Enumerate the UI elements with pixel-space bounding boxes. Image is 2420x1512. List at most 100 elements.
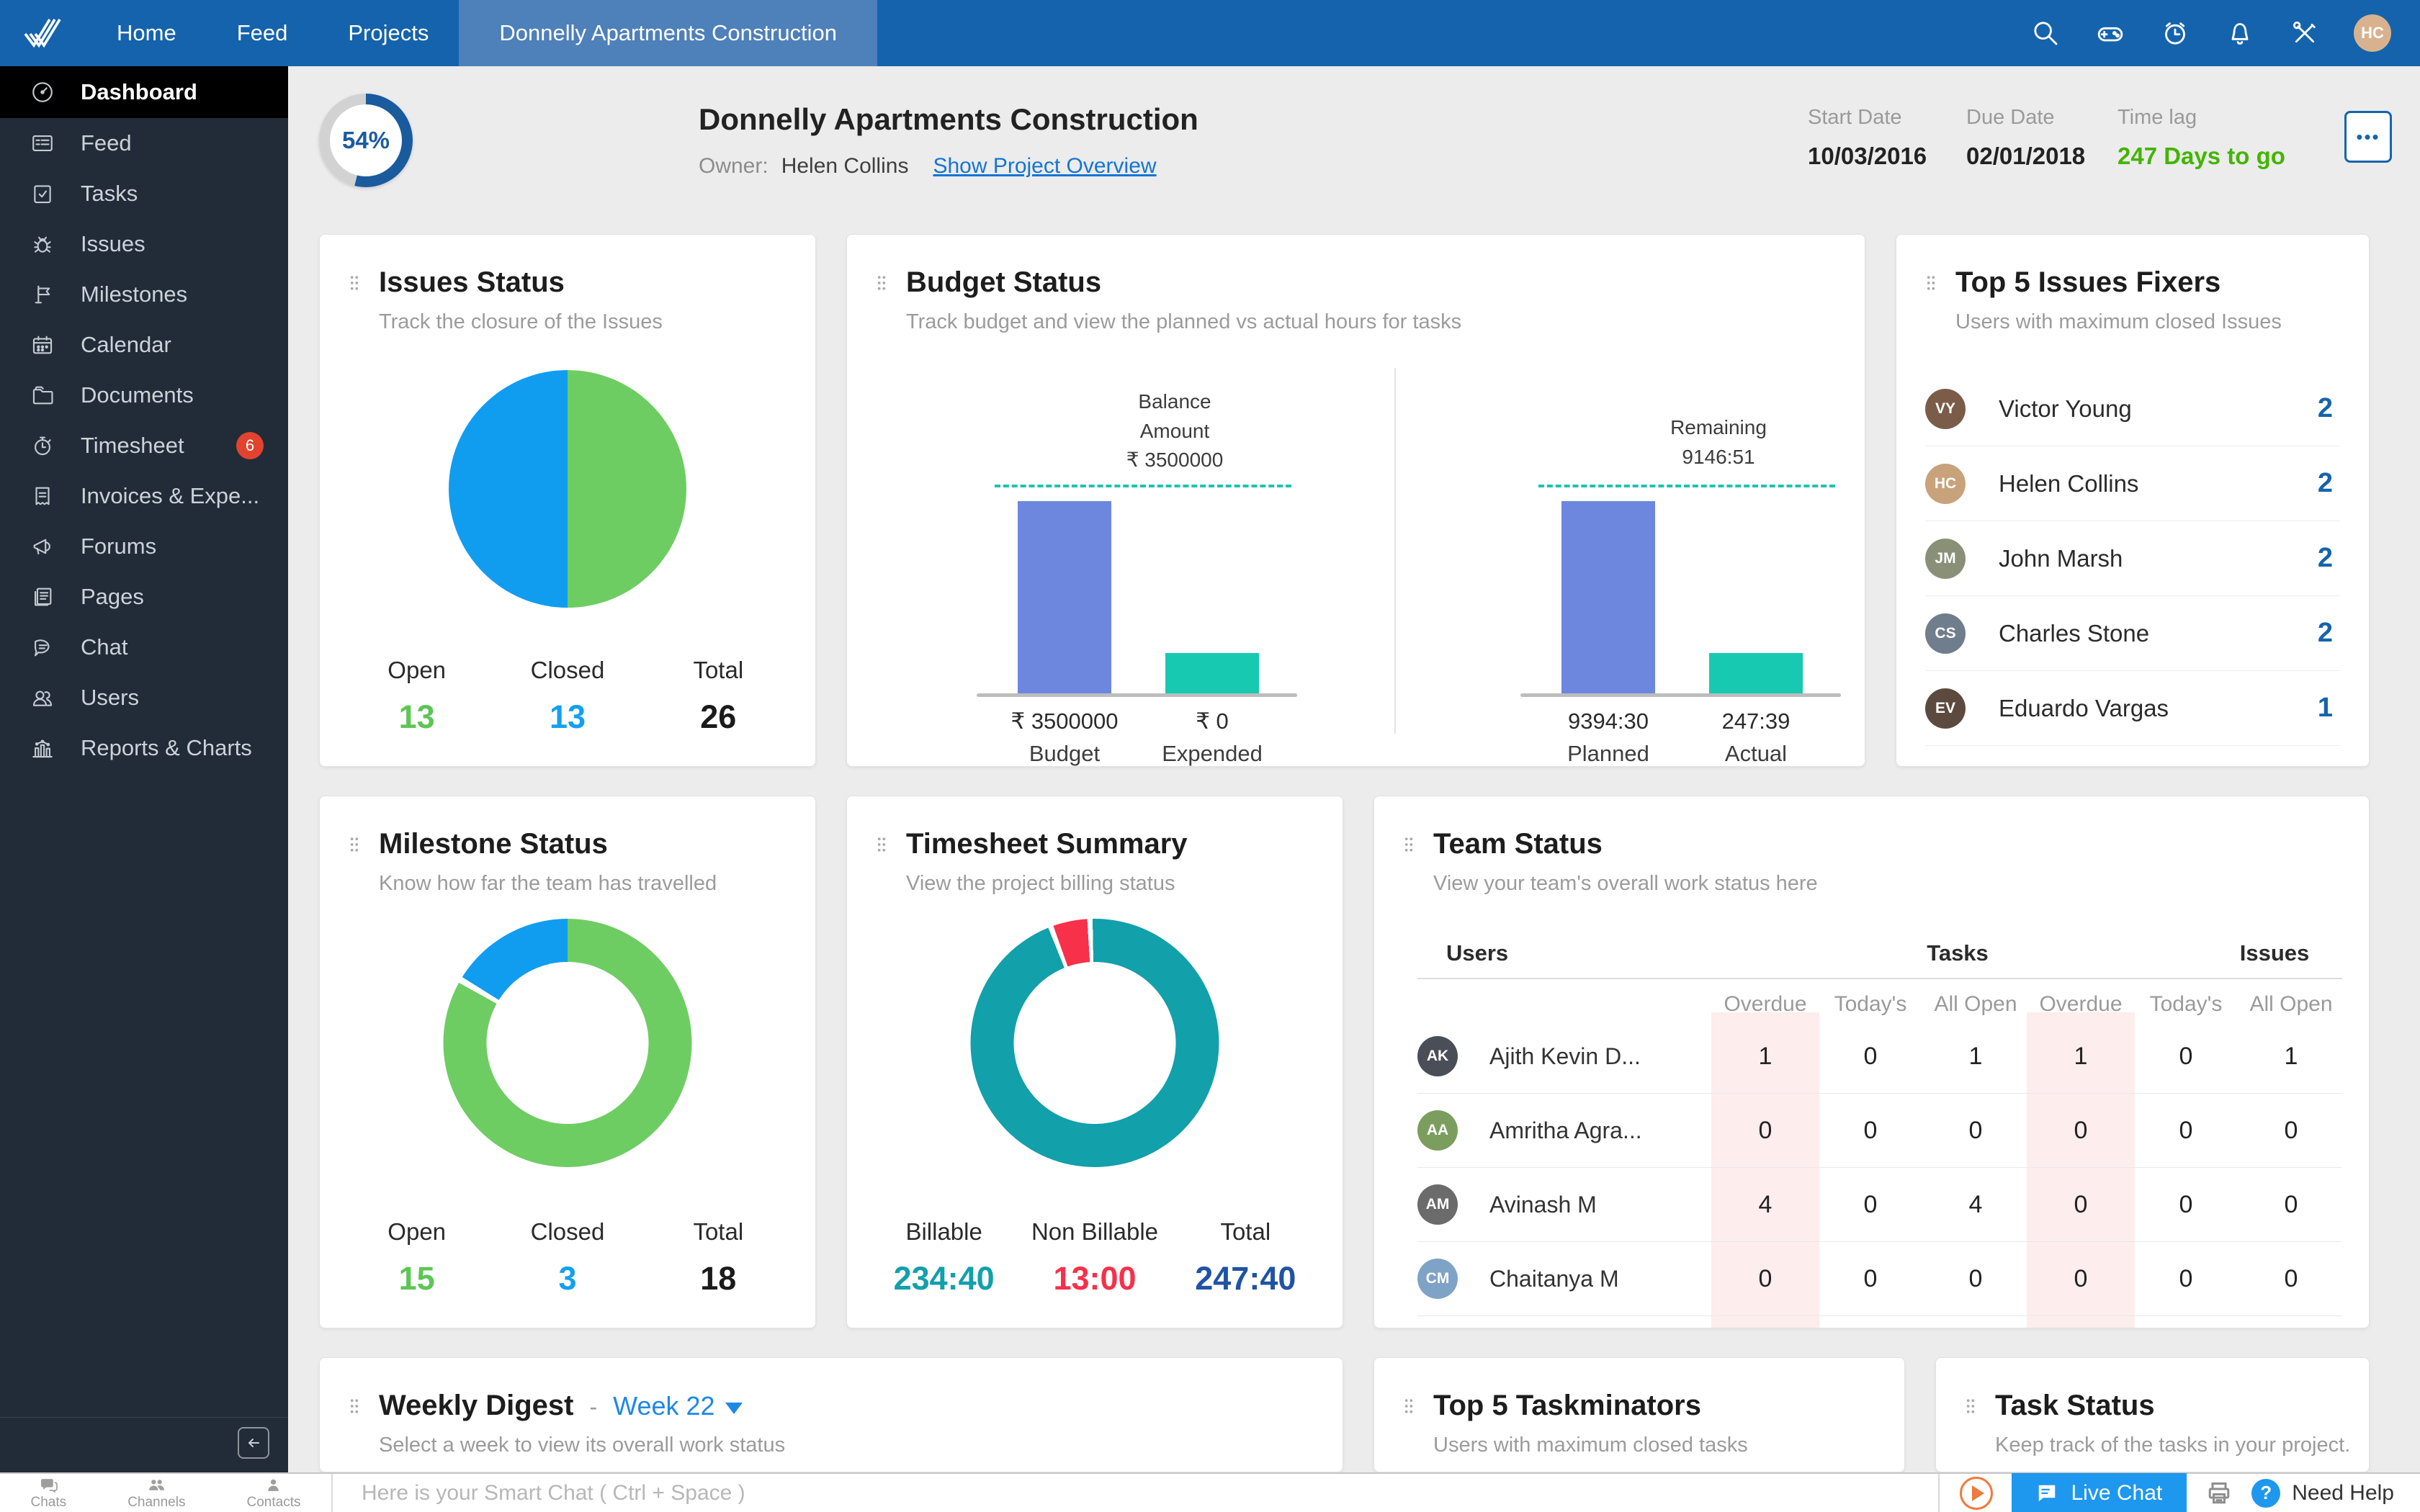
due-date-value: 02/01/2018 — [1966, 143, 2086, 169]
pages-icon — [35, 588, 52, 606]
start-date-label: Start Date — [1808, 106, 1902, 129]
drag-handle-icon[interactable] — [876, 275, 887, 291]
sidebar-item-forums[interactable]: Forums — [0, 521, 288, 572]
nav-tab-home[interactable]: Home — [86, 0, 207, 66]
sidebar-item-tasks[interactable]: Tasks — [0, 168, 288, 219]
timesheet-legend: Billable 234:40 Non Billable 13:00 Total 24… — [869, 1218, 1321, 1297]
expended-bar[interactable] — [1165, 653, 1259, 693]
show-project-overview-link[interactable]: Show Project Overview — [933, 154, 1156, 179]
search-icon[interactable] — [2030, 17, 2061, 49]
drag-handle-icon[interactable] — [1965, 1398, 1976, 1414]
drag-handle-icon[interactable] — [349, 837, 360, 852]
signpost-icon — [35, 285, 50, 304]
budget-bar[interactable] — [1018, 501, 1111, 693]
contacts-tab[interactable]: Contacts — [246, 1476, 301, 1511]
contacts-label: Contacts — [246, 1494, 301, 1510]
legend-label: Total — [1220, 1218, 1271, 1245]
cell: 0 — [2179, 1116, 2193, 1144]
user-avatar[interactable]: HC — [2354, 14, 2391, 52]
table-row[interactable]: AM Avinash M 4 0 4 0 0 0 — [1417, 1168, 2342, 1242]
drag-handle-icon[interactable] — [349, 275, 360, 291]
cell: 0 — [2284, 1116, 2298, 1144]
list-item[interactable]: HC Helen Collins 2 — [1925, 446, 2340, 521]
card-title: Top 5 Issues Fixers — [1955, 266, 2221, 298]
drag-handle-icon[interactable] — [876, 837, 887, 852]
print-button[interactable] — [2187, 1480, 2251, 1506]
alarm-clock-icon[interactable] — [2159, 17, 2191, 49]
more-options-button[interactable]: ••• — [2344, 111, 2392, 163]
nav-tab-active-project[interactable]: Donnelly Apartments Construction — [459, 0, 878, 66]
smart-chat-input[interactable] — [333, 1474, 1939, 1512]
list-item[interactable]: CS Charles Stone 2 — [1925, 596, 2340, 671]
sidebar-item-label: Invoices & Expe... — [81, 483, 260, 508]
gamepad-icon[interactable] — [2094, 17, 2126, 49]
cell: 0 — [2284, 1264, 2298, 1292]
list-item[interactable]: JM John Marsh 2 — [1925, 521, 2340, 596]
sidebar-item-feed[interactable]: Feed — [0, 118, 288, 168]
cell: 0 — [2284, 1190, 2298, 1218]
sidebar-item-reports[interactable]: Reports & Charts — [0, 723, 288, 773]
card-title: Weekly Digest — [379, 1390, 574, 1421]
bell-icon[interactable] — [2224, 17, 2256, 49]
issues-fixers-card: Top 5 Issues Fixers Users with maximum c… — [1896, 234, 2370, 767]
card-subtitle: Track budget and view the planned vs act… — [906, 310, 1462, 333]
drag-handle-icon[interactable] — [1403, 1398, 1415, 1414]
printer-icon — [2208, 1482, 2230, 1503]
subheader-tasks-todays: Today's — [1834, 992, 1907, 1016]
calendar-icon — [32, 336, 53, 354]
fixer-name: Charles Stone — [1999, 619, 2150, 647]
cell: 1 — [1758, 1042, 1773, 1070]
invoice-icon — [35, 487, 50, 505]
zoho-projects-logo[interactable] — [0, 0, 86, 66]
sidebar-item-chat[interactable]: Chat — [0, 622, 288, 672]
remaining-dashed-line — [1538, 485, 1835, 487]
live-chat-label: Live Chat — [2071, 1480, 2163, 1505]
sidebar-item-invoices[interactable]: Invoices & Expe... — [0, 471, 288, 521]
team-rows: AK Ajith Kevin D... 1 0 1 1 0 1 AA Amrit… — [1417, 1020, 2342, 1316]
timesheet-summary-card: Timesheet Summary View the project billi… — [846, 796, 1343, 1328]
list-item[interactable]: EV Eduardo Vargas 1 — [1925, 671, 2340, 746]
cell: 0 — [2074, 1190, 2088, 1218]
sidebar-item-milestones[interactable]: Milestones — [0, 269, 288, 320]
card-subtitle: Keep track of the tasks in your project. — [1995, 1434, 2351, 1457]
table-row[interactable]: AK Ajith Kevin D... 1 0 1 1 0 1 — [1417, 1020, 2342, 1094]
list-item[interactable]: VY Victor Young 2 — [1925, 372, 2340, 446]
actual-bar[interactable] — [1709, 653, 1803, 693]
sidebar-collapse-button[interactable] — [238, 1427, 269, 1459]
nav-tab-projects[interactable]: Projects — [318, 0, 459, 66]
sidebar-item-users[interactable]: Users — [0, 672, 288, 723]
live-chat-button[interactable]: Live Chat — [2012, 1473, 2187, 1512]
table-row[interactable]: CM Chaitanya M 0 0 0 0 0 0 — [1417, 1242, 2342, 1316]
need-help-button[interactable]: ? Need Help — [2251, 1478, 2420, 1508]
chats-tab[interactable]: Chats — [31, 1476, 66, 1511]
sidebar-item-label: Chat — [81, 634, 128, 660]
drag-handle-icon[interactable] — [1925, 275, 1937, 291]
planned-label: Planned — [1567, 741, 1649, 766]
table-row[interactable]: AA Amritha Agra... 0 0 0 0 0 0 — [1417, 1094, 2342, 1168]
sidebar-item-label: Feed — [81, 130, 132, 156]
due-date-label: Due Date — [1966, 106, 2055, 129]
channels-tab[interactable]: Channels — [127, 1476, 185, 1511]
sidebar-item-dashboard[interactable]: Dashboard — [0, 66, 288, 118]
sidebar-item-pages[interactable]: Pages — [0, 572, 288, 622]
sidebar-item-label: Documents — [81, 382, 194, 408]
sidebar-item-documents[interactable]: Documents — [0, 370, 288, 420]
legend-label: Total — [693, 657, 744, 683]
question-icon: ? — [2251, 1478, 2281, 1508]
nav-tab-feed[interactable]: Feed — [207, 0, 318, 66]
week-selector[interactable]: Week 22 — [613, 1391, 743, 1421]
sidebar-item-calendar[interactable]: Calendar — [0, 320, 288, 370]
issues-pie-chart[interactable] — [449, 370, 686, 608]
drag-handle-icon[interactable] — [349, 1398, 360, 1414]
sidebar-item-issues[interactable]: Issues — [0, 219, 288, 269]
sidebar-item-timesheet[interactable]: Timesheet 6 — [0, 420, 288, 471]
drag-handle-icon[interactable] — [1403, 837, 1415, 852]
milestone-donut-chart[interactable] — [443, 919, 692, 1167]
timesheet-donut-chart[interactable] — [970, 919, 1219, 1167]
owner-name: Helen Collins — [781, 154, 909, 178]
play-button[interactable] — [1960, 1476, 1994, 1510]
time-lag-label: Time lag — [2118, 106, 2197, 129]
tools-icon[interactable] — [2289, 17, 2321, 49]
project-progress-value: 54% — [330, 104, 402, 176]
planned-bar[interactable] — [1561, 501, 1655, 693]
